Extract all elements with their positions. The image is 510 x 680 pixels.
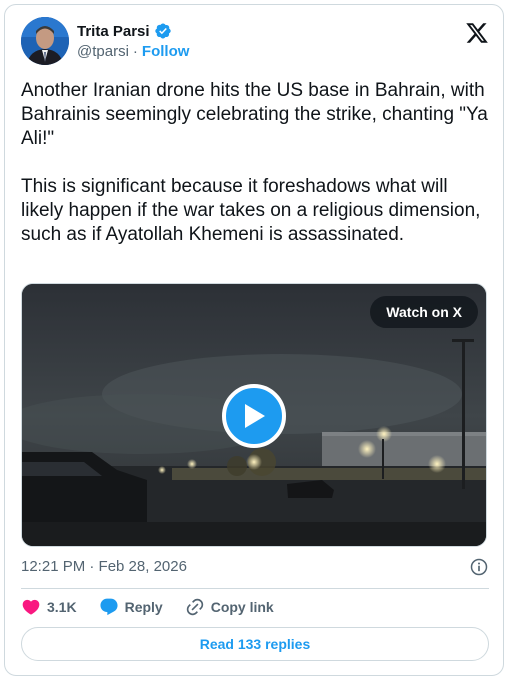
avatar[interactable] [21, 17, 69, 65]
watch-on-x-button[interactable]: Watch on X [370, 296, 478, 328]
action-bar: 3.1K Reply Copy link [21, 595, 489, 619]
like-button[interactable]: 3.1K [21, 597, 77, 617]
reply-button[interactable]: Reply [99, 597, 163, 617]
tweet-meta: 12:21 PM · Feb 28, 2026 [21, 557, 489, 577]
read-replies-button[interactable]: Read 133 replies [21, 627, 489, 661]
timestamp[interactable]: 12:21 PM · Feb 28, 2026 [21, 558, 187, 575]
tweet-card: Trita Parsi @tparsi · Follow Another Ira… [4, 4, 504, 676]
verified-badge-icon [154, 22, 172, 40]
reply-bubble-icon [100, 598, 118, 616]
reply-label: Reply [124, 599, 163, 615]
follow-button[interactable]: Follow [142, 43, 190, 60]
info-icon[interactable] [469, 557, 489, 577]
author-handle[interactable]: @tparsi [77, 43, 129, 60]
author-name[interactable]: Trita Parsi [77, 23, 150, 40]
link-icon [186, 598, 203, 616]
copy-link-button[interactable]: Copy link [185, 597, 274, 617]
copy-link-label: Copy link [210, 599, 274, 615]
separator-dot: · [132, 43, 138, 60]
video-player[interactable]: Watch on X [21, 283, 487, 547]
tweet-header: Trita Parsi @tparsi · Follow [21, 17, 489, 67]
heart-icon [22, 599, 40, 615]
divider [21, 588, 489, 589]
like-count: 3.1K [47, 599, 77, 615]
x-logo-icon[interactable] [465, 21, 489, 45]
play-icon [245, 404, 265, 428]
tweet-text: Another Iranian drone hits the US base i… [21, 80, 488, 245]
play-button[interactable] [222, 384, 286, 448]
